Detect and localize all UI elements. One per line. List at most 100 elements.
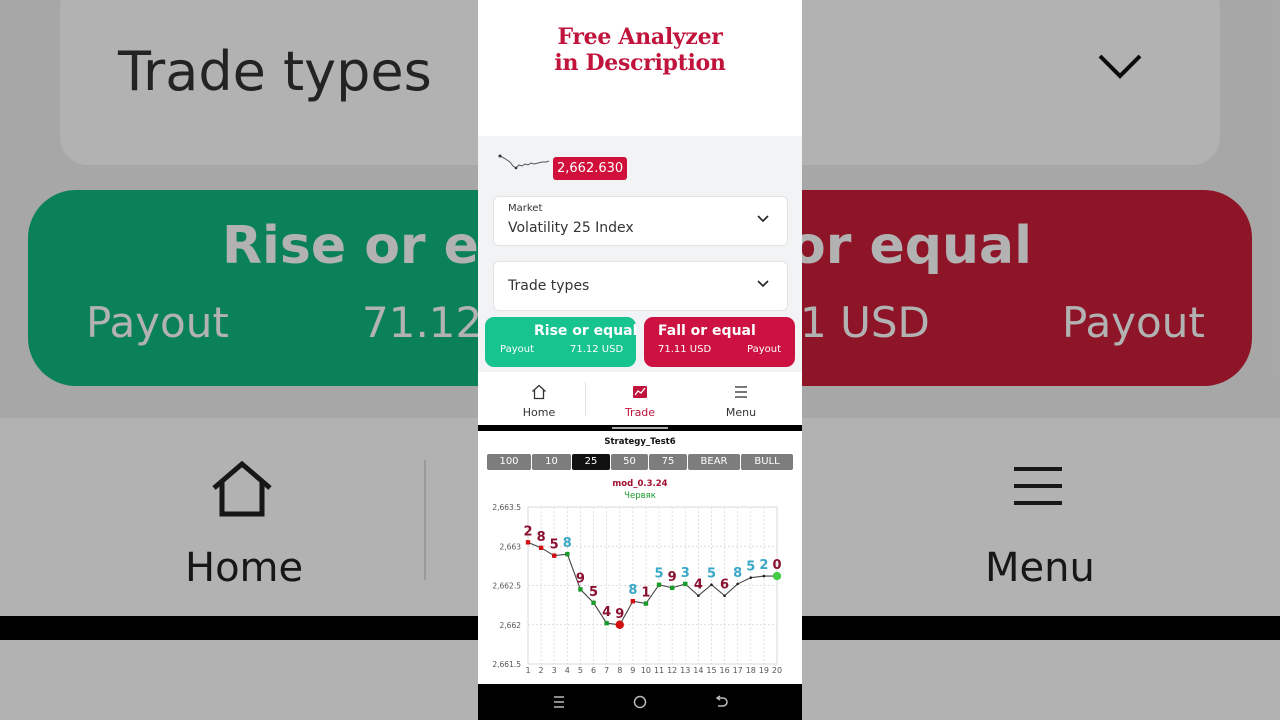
- data-point: [525, 540, 531, 545]
- x-tick-label: 12: [667, 666, 677, 675]
- digit-label: 8: [733, 566, 742, 581]
- data-point: [683, 581, 688, 587]
- tab-menu[interactable]: Menu: [687, 372, 795, 425]
- digit-label: 8: [628, 583, 637, 598]
- x-tick-label: 1: [525, 666, 530, 675]
- phone-screen: Free Analyzer in Description 2,662.630 M…: [478, 0, 802, 720]
- market-value: Volatility 25 Index: [508, 220, 634, 236]
- market-label: Market: [508, 203, 543, 214]
- x-tick-label: 9: [630, 666, 635, 675]
- y-tick-label: 2,662.5: [492, 582, 521, 591]
- chevron-down-icon: [757, 280, 769, 288]
- segment-25[interactable]: 25: [572, 454, 610, 470]
- trade-types-select[interactable]: Trade types: [493, 261, 788, 311]
- digit-label: 5: [589, 585, 598, 600]
- trade-types-value: Trade types: [508, 278, 590, 294]
- split-handle[interactable]: [612, 427, 668, 429]
- system-nav-bar: [478, 684, 802, 720]
- data-point: [578, 587, 583, 592]
- data-point: [565, 551, 570, 557]
- data-point: [669, 585, 675, 591]
- rise-or-equal-button[interactable]: Rise or equal Payout 71.12 USD: [485, 317, 638, 367]
- chart-icon: [633, 386, 647, 398]
- tab-home[interactable]: Home: [485, 372, 593, 425]
- digit-label: 8: [537, 530, 546, 545]
- digit-label: 1: [641, 586, 650, 601]
- digit-label: 6: [720, 578, 729, 593]
- x-tick-label: 7: [604, 666, 609, 675]
- x-tick-label: 14: [693, 666, 703, 675]
- mod-label: mod_0.3.24: [612, 479, 668, 489]
- market-select[interactable]: Market Volatility 25 Index: [493, 196, 788, 246]
- data-point: [710, 583, 713, 587]
- fall-or-equal-button[interactable]: Fall or equal 71.11 USD Payout: [644, 317, 795, 367]
- data-point: [591, 600, 596, 605]
- x-tick-label: 17: [733, 666, 743, 675]
- worm-label: Червяк: [624, 491, 656, 501]
- x-tick-label: 2: [539, 666, 544, 675]
- segment-100[interactable]: 100: [487, 454, 531, 470]
- recents-icon[interactable]: [551, 694, 567, 710]
- digit-label: 5: [746, 560, 755, 575]
- strategy-panel: Strategy_Test6 100 10 25 50 75 BEAR BULL…: [478, 431, 802, 684]
- x-tick-label: 16: [719, 666, 729, 675]
- digit-label: 0: [772, 558, 781, 573]
- digit-label: 5: [707, 567, 716, 582]
- data-point: [697, 594, 700, 598]
- strategy-title: Strategy_Test6: [604, 437, 676, 447]
- y-tick-label: 2,661.5: [492, 660, 521, 669]
- x-tick-label: 4: [565, 666, 570, 675]
- x-tick-label: 15: [706, 666, 716, 675]
- digit-label: 4: [602, 605, 611, 620]
- data-point: [736, 582, 739, 586]
- tab-menu-label: Menu: [725, 406, 757, 419]
- promo-line-1: Free Analyzer: [557, 24, 723, 50]
- fall-title: Fall or equal: [658, 323, 756, 339]
- x-tick-label: 20: [772, 666, 782, 675]
- strategy-chart: 2,663.52,6632,662.52,6622,661.51 2 3 4 5 6 7 8 9…: [492, 503, 782, 675]
- fall-payout-amount: 71.11 USD: [658, 344, 712, 355]
- tab-trade[interactable]: Trade: [586, 372, 694, 425]
- home-icon: [532, 384, 546, 400]
- segment-bear[interactable]: BEAR: [688, 454, 740, 470]
- x-tick-label: 6: [591, 666, 596, 675]
- data-point: [604, 620, 609, 626]
- home-circle-icon[interactable]: [632, 694, 648, 710]
- x-tick-label: 5: [578, 666, 583, 675]
- segment-75[interactable]: 75: [649, 454, 687, 470]
- back-icon[interactable]: [713, 694, 729, 710]
- digit-label: 8: [563, 536, 572, 551]
- data-point: [615, 620, 624, 629]
- rise-payout-label: Payout: [500, 344, 535, 355]
- data-point: [538, 545, 544, 551]
- segment-50[interactable]: 50: [611, 454, 648, 470]
- tab-separator: [585, 382, 586, 416]
- digit-label: 2: [759, 558, 768, 573]
- x-tick-label: 8: [617, 666, 622, 675]
- data-point: [762, 574, 766, 578]
- promo-line-2: in Description: [554, 50, 726, 76]
- fall-payout-label: Payout: [747, 344, 782, 355]
- y-tick-label: 2,662: [500, 621, 522, 630]
- digit-label: 5: [655, 567, 664, 582]
- y-tick-label: 2,663.5: [492, 503, 521, 512]
- x-tick-label: 19: [759, 666, 769, 675]
- bottom-tab-bar: Home Trade Menu: [478, 372, 802, 425]
- sparkline-icon: [498, 154, 550, 170]
- digit-label: 5: [550, 538, 559, 553]
- y-tick-label: 2,663: [500, 542, 522, 551]
- menu-icon: [735, 386, 747, 398]
- digit-label: 3: [681, 566, 690, 581]
- digit-label: 2: [523, 524, 532, 539]
- x-tick-label: 10: [641, 666, 651, 675]
- segment-bull[interactable]: BULL: [741, 454, 793, 470]
- price-badge: 2,662.630: [553, 157, 628, 180]
- segment-10[interactable]: 10: [532, 454, 571, 470]
- digit-label: 9: [576, 571, 585, 586]
- data-point: [643, 601, 649, 606]
- rise-payout-amount: 71.12 USD: [570, 344, 624, 355]
- x-tick-label: 18: [746, 666, 756, 675]
- rise-title: Rise or equal: [534, 323, 638, 339]
- digit-label: 9: [615, 607, 624, 622]
- digit-label: 4: [694, 578, 703, 593]
